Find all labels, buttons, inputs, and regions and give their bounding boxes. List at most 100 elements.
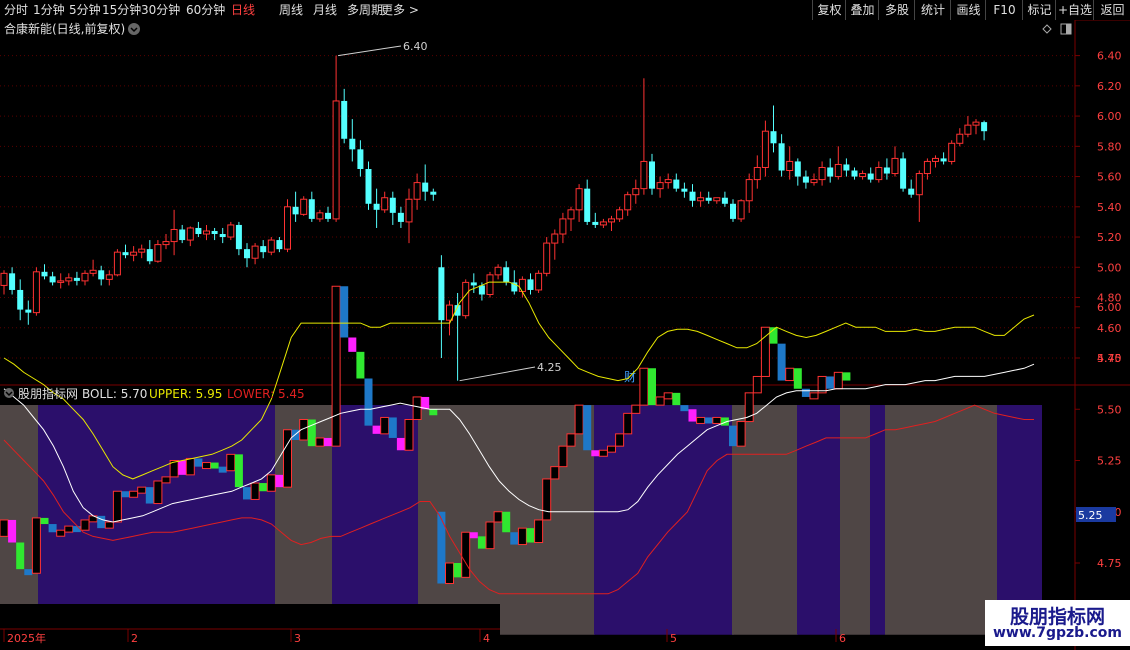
candle-body: [810, 179, 818, 184]
indicator-step: [31, 517, 41, 574]
candle-body: [284, 206, 291, 250]
candle-body: [584, 188, 591, 222]
period-tab-5[interactable]: 60分钟: [186, 2, 225, 18]
period-tab-0[interactable]: 分时: [4, 2, 28, 18]
toolbar-button-8[interactable]: 返回: [1093, 0, 1130, 20]
indicator-step: [542, 478, 552, 521]
candle-body: [462, 281, 470, 317]
time-tick-label: 3: [294, 632, 301, 645]
indicator-step: [218, 466, 227, 473]
period-tab-2[interactable]: 5分钟: [69, 2, 101, 18]
stock-chart[interactable]: 6.406.206.005.805.605.405.205.004.804.60…: [0, 20, 1130, 650]
indicator-step: [340, 286, 349, 338]
price-tick-label: 5.40: [1097, 201, 1122, 214]
candle-body: [608, 218, 615, 223]
indicator-step: [583, 405, 592, 451]
candle-body: [649, 161, 655, 189]
indicator-step: [210, 462, 219, 469]
candle-body: [972, 121, 980, 126]
indicator-step: [502, 511, 511, 533]
indicator-step: [356, 351, 365, 379]
toolbar-button-2[interactable]: 多股: [878, 0, 915, 20]
indicator-step: [801, 388, 810, 397]
indicator-step: [623, 412, 633, 435]
toolbar-button-1[interactable]: 叠加: [845, 0, 879, 20]
indicator-step: [833, 371, 843, 390]
candle-body: [186, 227, 194, 241]
indicator-step: [826, 376, 835, 389]
candle-body: [956, 133, 964, 144]
indicator-step: [0, 519, 9, 537]
candle-body: [413, 182, 421, 200]
indicator-step: [243, 487, 251, 500]
price-tick-label: 5.20: [1097, 231, 1122, 244]
candle-body: [170, 228, 178, 243]
period-tab-8[interactable]: 月线: [313, 2, 337, 18]
indicator-step: [777, 343, 786, 381]
indicator-menu-icon[interactable]: [4, 388, 14, 398]
indicator-step: [631, 404, 641, 414]
candle-body: [948, 142, 956, 162]
candle-body: [859, 173, 867, 178]
candle-body: [689, 191, 696, 201]
indicator-step: [137, 486, 147, 494]
period-tab-9[interactable]: 多周期: [347, 2, 383, 18]
candle-body: [891, 157, 899, 175]
candle-body: [761, 130, 769, 168]
candle-body: [389, 197, 396, 213]
indicator-region: [797, 405, 841, 635]
candle-body: [98, 270, 105, 280]
indicator-step: [574, 404, 584, 435]
toolbar-button-5[interactable]: F10: [985, 0, 1023, 20]
main-price-axis: 6.406.206.005.805.605.405.205.004.804.60…: [1075, 50, 1122, 365]
candle-body: [130, 251, 138, 256]
candle-body: [260, 246, 267, 253]
indicator-step: [615, 433, 625, 447]
indicator-step: [259, 483, 268, 492]
indicator-step: [526, 528, 535, 543]
period-tab-3[interactable]: 15分钟: [102, 2, 141, 18]
toolbar-button-3[interactable]: 统计: [914, 0, 951, 20]
indicator-region: [840, 405, 870, 635]
indicator-step: [64, 525, 74, 533]
period-tab-6[interactable]: 日线: [231, 2, 255, 18]
toolbar-button-6[interactable]: 标记: [1022, 0, 1056, 20]
indicator-step: [121, 491, 130, 498]
candle-body: [486, 274, 494, 295]
indicator-step: [80, 519, 90, 531]
indicator-step: [712, 416, 722, 424]
candle-body: [397, 212, 404, 222]
candle-body: [81, 272, 89, 282]
toolbar-button-0[interactable]: 复权: [812, 0, 846, 20]
boll-value: BOLL: 5.70: [82, 387, 147, 401]
price-tick-label: 5.00: [1097, 261, 1122, 274]
indicator-name[interactable]: 股朋指标网: [18, 386, 78, 401]
indicator-step: [550, 466, 560, 480]
price-tick-label: 6.40: [1097, 50, 1122, 63]
indicator-step: [437, 511, 446, 584]
candle-body: [915, 173, 923, 196]
main-pane[interactable]: [0, 20, 1075, 385]
candle-body: [940, 158, 947, 162]
period-tab-4[interactable]: 30分钟: [141, 2, 180, 18]
candle-body: [0, 272, 8, 286]
chart-title: 合康新能(日线,前复权): [4, 21, 125, 36]
period-tab-1[interactable]: 1分钟: [33, 2, 65, 18]
title-dropdown-icon[interactable]: [128, 23, 140, 35]
candle-body: [575, 188, 583, 211]
period-tab-10[interactable]: 更多 >: [381, 2, 419, 18]
indicator-step: [696, 416, 706, 424]
candle-body: [341, 100, 348, 139]
candle-body: [802, 176, 809, 183]
candle-body: [211, 230, 218, 235]
candle-body: [478, 285, 485, 295]
indicator-tick-label: 5.25: [1097, 455, 1122, 468]
toolbar-button-7[interactable]: +自选: [1055, 0, 1094, 20]
candle-body: [113, 251, 121, 276]
toolbar-button-4[interactable]: 画线: [950, 0, 986, 20]
period-tab-7[interactable]: 周线: [279, 2, 303, 18]
candle-body: [867, 173, 874, 180]
candle-body: [308, 199, 315, 219]
candle-body: [162, 241, 170, 246]
indicator-step: [145, 487, 154, 504]
